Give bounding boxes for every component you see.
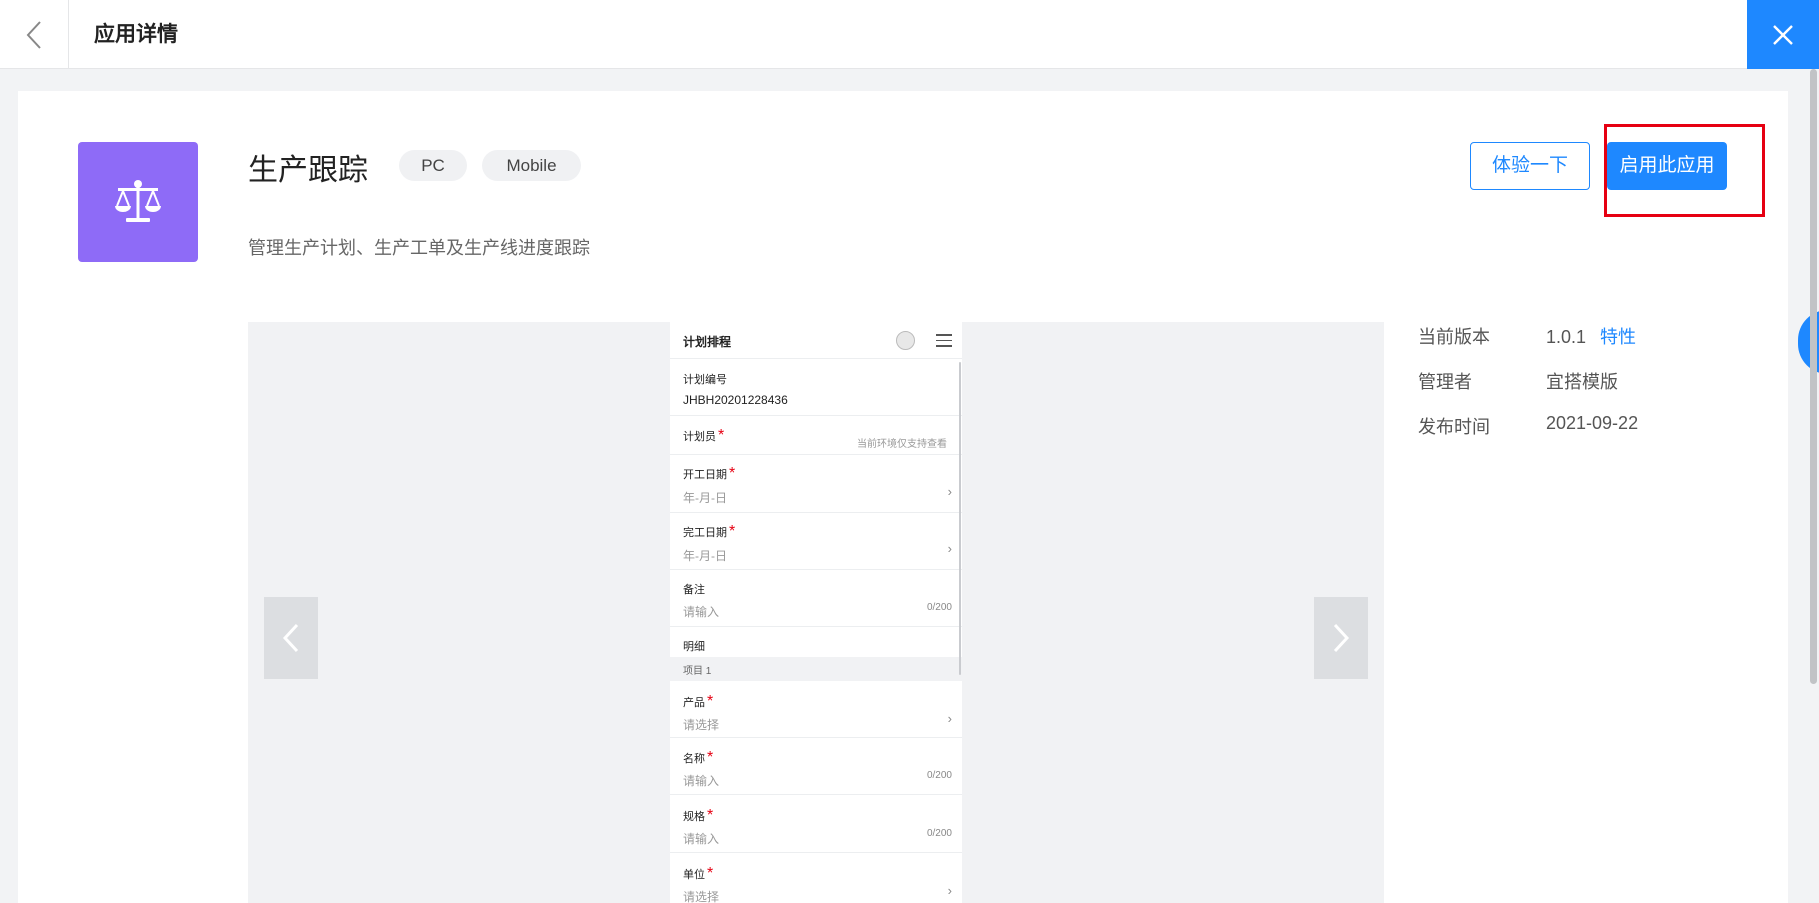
- required-mark: *: [729, 523, 736, 540]
- field-placeholder: 请输入: [683, 774, 720, 788]
- preview-field: 备注 请输入 0/200: [670, 570, 962, 627]
- close-button[interactable]: [1747, 0, 1819, 69]
- preview-field: 单位 * 请选择 ›: [670, 853, 962, 903]
- top-bar: 应用详情: [0, 0, 1819, 69]
- field-label: 单位: [683, 869, 705, 881]
- version-value-wrap: 1.0.1 特性: [1546, 323, 1636, 349]
- field-label: 开工日期: [683, 469, 727, 481]
- required-mark: *: [707, 807, 714, 824]
- version-label: 当前版本: [1418, 327, 1490, 347]
- field-note: 当前环境仅支持查看: [857, 439, 947, 450]
- field-label: 规格: [683, 811, 705, 823]
- chevron-right-icon: ›: [947, 711, 952, 726]
- preview-field: 产品 * 请选择 ›: [670, 681, 962, 738]
- menu-icon: [936, 334, 952, 348]
- preview-carousel: 计划排程 计划编号 JHBH20201228436 计划员 * 当前环境仅支持查看…: [248, 322, 1384, 903]
- preview-field: 开工日期 * 年-月-日 ›: [670, 455, 962, 513]
- field-label: 明细: [683, 641, 705, 653]
- highlight-annotation: [1604, 124, 1765, 217]
- field-label: 完工日期: [683, 527, 727, 539]
- required-mark: *: [707, 865, 714, 882]
- field-placeholder: 请输入: [683, 832, 720, 846]
- chevron-right-icon: ›: [947, 541, 952, 556]
- char-count: 0/200: [926, 602, 952, 613]
- required-mark: *: [718, 427, 725, 444]
- field-label: 备注: [683, 584, 705, 596]
- features-link[interactable]: 特性: [1600, 327, 1636, 347]
- preview-header: 计划排程: [670, 322, 962, 359]
- detail-group-label: 项目 1: [670, 657, 962, 681]
- manager-label: 管理者: [1418, 372, 1472, 392]
- balance-scale-icon: [115, 180, 161, 222]
- preview-scrollbar: [959, 362, 961, 675]
- field-placeholder: 年-月-日: [683, 491, 727, 505]
- carousel-prev-button[interactable]: [264, 597, 318, 679]
- required-mark: *: [707, 749, 714, 766]
- avatar-icon: [896, 331, 915, 350]
- preview-field: 计划员 * 当前环境仅支持查看: [670, 416, 962, 455]
- char-count: 0/200: [926, 770, 952, 781]
- mobile-preview: 计划排程 计划编号 JHBH20201228436 计划员 * 当前环境仅支持查看…: [670, 322, 962, 903]
- preview-form-title: 计划排程: [683, 335, 732, 349]
- app-detail-card: 生产跟踪 PC Mobile 管理生产计划、生产工单及生产线进度跟踪 体验一下 …: [18, 91, 1788, 903]
- chevron-left-icon: [282, 623, 299, 653]
- field-label: 计划员: [683, 431, 716, 443]
- preview-field: 计划编号 JHBH20201228436: [670, 359, 962, 416]
- field-label: 名称: [683, 753, 705, 765]
- preview-field: 名称 * 请输入 0/200: [670, 738, 962, 795]
- chevron-left-icon: [26, 20, 41, 49]
- platform-tag-mobile: Mobile: [482, 150, 581, 181]
- field-label: 产品: [683, 697, 705, 709]
- try-app-button[interactable]: 体验一下: [1470, 142, 1590, 190]
- preview-field: 明细: [670, 627, 962, 657]
- field-placeholder: 年-月-日: [683, 549, 727, 563]
- close-icon: [1773, 24, 1793, 45]
- app-icon: [78, 142, 198, 262]
- required-mark: *: [729, 465, 736, 482]
- field-value: JHBH20201228436: [683, 393, 788, 407]
- app-name: 生产跟踪: [248, 154, 368, 187]
- field-placeholder: 请选择: [683, 890, 720, 903]
- publish-label: 发布时间: [1418, 417, 1490, 437]
- char-count: 0/200: [926, 828, 952, 839]
- platform-tag-pc: PC: [399, 150, 467, 181]
- preview-field: 完工日期 * 年-月-日 ›: [670, 513, 962, 570]
- chevron-right-icon: ›: [947, 484, 952, 499]
- page-title: 应用详情: [94, 23, 178, 46]
- field-label: 计划编号: [683, 374, 727, 386]
- manager-value: 宜搭模版: [1546, 372, 1618, 392]
- chevron-right-icon: [1333, 623, 1350, 653]
- chevron-right-icon: ›: [947, 883, 952, 898]
- field-placeholder: 请选择: [683, 718, 720, 732]
- carousel-next-button[interactable]: [1314, 597, 1368, 679]
- required-mark: *: [707, 693, 714, 710]
- publish-date: 2021-09-22: [1546, 413, 1639, 433]
- page-scrollbar[interactable]: [1810, 69, 1817, 684]
- version-value: 1.0.1: [1546, 327, 1587, 347]
- app-description: 管理生产计划、生产工单及生产线进度跟踪: [248, 238, 590, 258]
- back-button[interactable]: [0, 0, 69, 69]
- preview-field: 规格 * 请输入 0/200: [670, 795, 962, 853]
- field-placeholder: 请输入: [683, 605, 720, 619]
